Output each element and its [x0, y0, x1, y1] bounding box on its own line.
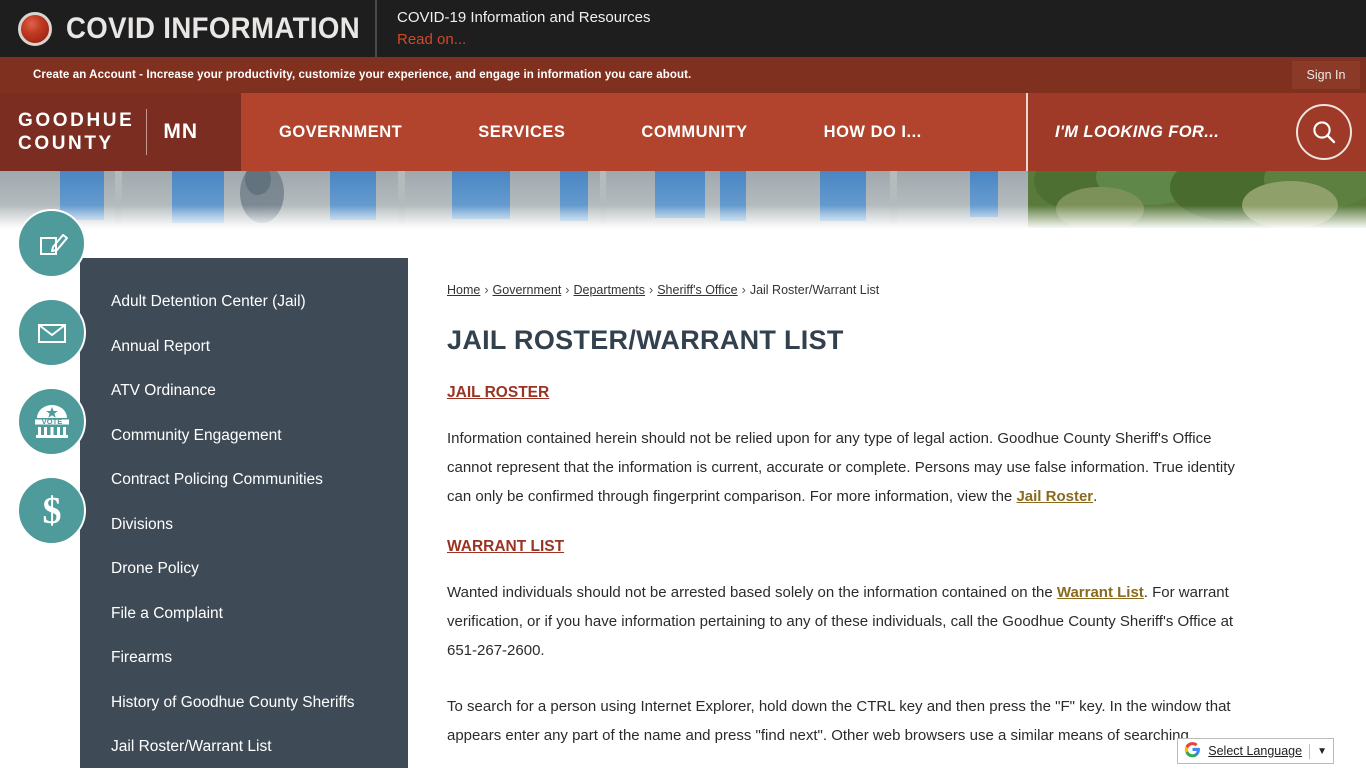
breadcrumb-item-home[interactable]: Home	[447, 283, 480, 297]
sign-in-button[interactable]: Sign In	[1292, 61, 1360, 89]
sidebar-item-annual-report[interactable]: Annual Report	[80, 325, 408, 370]
logo-separator	[146, 109, 147, 155]
breadcrumb-separator: ›	[742, 283, 746, 297]
nav-link-list: GOVERNMENT SERVICES COMMUNITY HOW DO I..…	[241, 93, 960, 171]
pay-dollar-icon[interactable]: $	[17, 476, 86, 545]
covid-alert-subtitle: COVID-19 Information and Resources	[397, 8, 650, 28]
main-navigation: GOODHUE COUNTY MN GOVERNMENT SERVICES CO…	[0, 93, 1366, 171]
warrant-list-paragraph: Wanted individuals should not be arreste…	[447, 578, 1240, 665]
jail-roster-text-a: Information contained herein should not …	[447, 430, 1235, 505]
quick-links-rail: VOTE $	[17, 209, 86, 565]
sidebar-item-adult-detention-center[interactable]: Adult Detention Center (Jail)	[80, 280, 408, 325]
breadcrumb-item-sheriffs-office[interactable]: Sheriff's Office	[657, 283, 737, 297]
covid-alert-message: COVID-19 Information and Resources Read …	[377, 8, 650, 50]
warrant-list-text-a: Wanted individuals should not be arreste…	[447, 584, 1057, 601]
sidebar-item-community-engagement[interactable]: Community Engagement	[80, 414, 408, 459]
search-icon[interactable]	[1296, 104, 1352, 160]
account-promo-bar: Create an Account - Increase your produc…	[0, 57, 1366, 93]
breadcrumb-separator: ›	[484, 283, 488, 297]
sidebar-item-divisions[interactable]: Divisions	[80, 503, 408, 548]
jail-roster-link[interactable]: Jail Roster	[1016, 488, 1093, 505]
breadcrumb-separator: ›	[565, 283, 569, 297]
banner-photo	[0, 171, 1366, 228]
logo-line-1: GOODHUE	[18, 109, 134, 132]
nav-item-services[interactable]: SERVICES	[440, 93, 603, 171]
sidebar-item-firearms[interactable]: Firearms	[80, 636, 408, 681]
covid-alert-bar: COVID INFORMATION COVID-19 Information a…	[0, 0, 1366, 57]
site-logo-text: GOODHUE COUNTY	[18, 109, 134, 155]
warrant-list-link[interactable]: Warrant List	[1057, 584, 1144, 601]
site-logo[interactable]: GOODHUE COUNTY MN	[0, 93, 241, 171]
jail-roster-heading[interactable]: JAIL ROSTER	[447, 384, 549, 402]
logo-line-2: COUNTY	[18, 132, 134, 155]
breadcrumb-separator: ›	[649, 283, 653, 297]
nav-item-government[interactable]: GOVERNMENT	[241, 93, 440, 171]
covid-read-on-link[interactable]: Read on...	[397, 30, 650, 50]
notify-me-icon[interactable]	[17, 209, 86, 278]
sidebar-item-contract-policing-communities[interactable]: Contract Policing Communities	[80, 458, 408, 503]
sidebar-item-jail-roster-warrant-list[interactable]: Jail Roster/Warrant List	[80, 725, 408, 770]
nav-search-area: I'M LOOKING FOR...	[1026, 93, 1366, 171]
account-promo-text: Create an Account - Increase your produc…	[33, 69, 691, 81]
breadcrumb-item-government[interactable]: Government	[493, 283, 562, 297]
sidebar-item-file-a-complaint[interactable]: File a Complaint	[80, 592, 408, 637]
google-translate-widget[interactable]: Select Language ▼	[1177, 738, 1334, 764]
logo-state-abbr: MN	[163, 120, 198, 144]
vote-icon[interactable]: VOTE	[17, 387, 86, 456]
svg-text:$: $	[42, 491, 61, 531]
covid-alert-brand: COVID INFORMATION	[0, 0, 375, 57]
jail-roster-text-b: .	[1093, 488, 1097, 505]
chevron-down-icon[interactable]: ▼	[1317, 746, 1327, 757]
google-logo-icon	[1184, 741, 1201, 762]
red-orb-icon	[18, 12, 52, 46]
breadcrumb-item-current: Jail Roster/Warrant List	[750, 283, 879, 297]
email-icon[interactable]	[17, 298, 86, 367]
im-looking-for-button[interactable]: I'M LOOKING FOR...	[1055, 123, 1219, 142]
breadcrumb: Home›Government›Departments›Sheriff's Of…	[447, 283, 1247, 297]
section-sidebar: Adult Detention Center (Jail) Annual Rep…	[80, 258, 408, 768]
main-content: Home›Government›Departments›Sheriff's Of…	[447, 283, 1247, 777]
jail-roster-paragraph: Information contained herein should not …	[447, 424, 1240, 511]
sidebar-item-drone-policy[interactable]: Drone Policy	[80, 547, 408, 592]
sidebar-item-history-of-goodhue-county-sheriffs[interactable]: History of Goodhue County Sheriffs	[80, 681, 408, 726]
select-language-label[interactable]: Select Language	[1208, 744, 1302, 758]
breadcrumb-item-departments[interactable]: Departments	[573, 283, 645, 297]
svg-text:VOTE: VOTE	[41, 417, 62, 426]
covid-alert-title: COVID INFORMATION	[66, 12, 360, 46]
nav-item-how-do-i[interactable]: HOW DO I...	[786, 93, 960, 171]
translate-divider	[1309, 744, 1310, 759]
sidebar-item-atv-ordinance[interactable]: ATV Ordinance	[80, 369, 408, 414]
warrant-list-heading[interactable]: WARRANT LIST	[447, 538, 564, 556]
nav-item-community[interactable]: COMMUNITY	[603, 93, 785, 171]
page-title: JAIL ROSTER/WARRANT LIST	[447, 325, 1247, 356]
search-instructions-paragraph: To search for a person using Internet Ex…	[447, 692, 1240, 750]
